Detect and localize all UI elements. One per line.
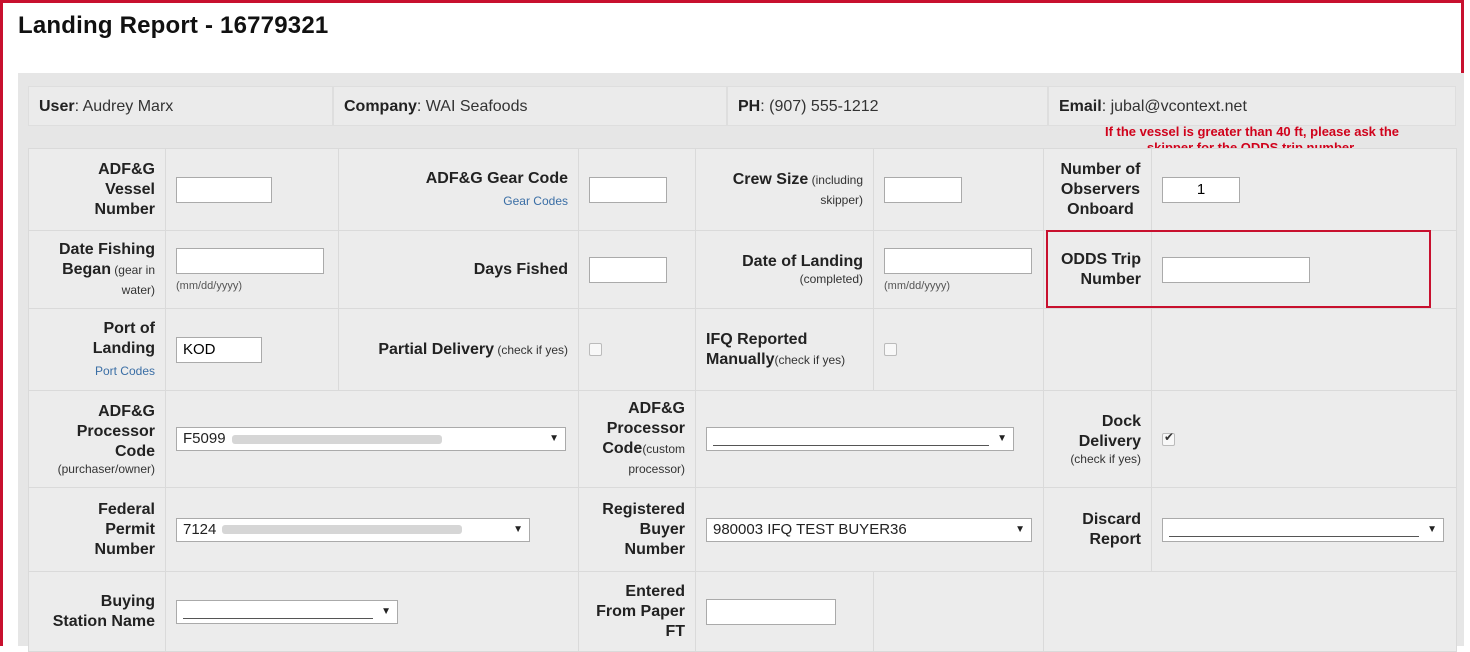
federal-permit-number-label: Federal Permit Number [28,487,166,572]
chevron-down-icon: ▼ [1015,523,1025,535]
gear-codes-link[interactable]: Gear Codes [339,191,568,211]
custom-processor-code-label: ADF&G Processor Code(custom processor) [578,390,696,488]
odds-trip-number-label: ODDS Trip Number [1043,230,1152,309]
redacted-text [222,525,463,535]
buying-station-name-label: Buying Station Name [28,571,166,652]
crew-size-label: Crew Size (including skipper) [695,148,874,231]
gear-code-input[interactable] [589,176,667,203]
days-fished-input[interactable] [589,256,667,283]
registered-buyer-number-select[interactable]: 980003 IFQ TEST BUYER36 ▼ [706,517,1032,542]
federal-permit-number-select[interactable]: 7124 ▼ [176,517,530,542]
crew-size-input[interactable] [884,176,962,203]
entered-from-paper-ft-input[interactable] [706,598,836,625]
date-of-landing-input[interactable] [884,247,1032,274]
info-email: Email: jubal@vcontext.net [1048,86,1456,126]
chevron-down-icon: ▼ [381,605,391,617]
discard-report-select[interactable]: ▼ [1162,517,1444,542]
entered-from-paper-ft-label: Entered From Paper FT [578,571,696,652]
chevron-down-icon: ▼ [1427,523,1437,535]
redacted-text [231,434,442,444]
port-of-landing-label: Port of Landing Port Codes [28,308,166,391]
port-codes-link[interactable]: Port Codes [29,361,155,381]
partial-delivery-label: Partial Delivery (check if yes) [338,308,579,391]
partial-delivery-checkbox[interactable] [589,343,602,356]
custom-processor-code-select[interactable]: ▼ [706,427,1014,451]
port-of-landing-input[interactable] [176,336,262,363]
days-fished-label: Days Fished [338,230,579,309]
buying-station-name-select[interactable]: ▼ [176,599,398,624]
info-company: Company: WAI Seafoods [333,86,727,126]
discard-report-label: Discard Report [1043,487,1152,572]
landing-form-grid: ADF&G Vessel Number ADF&G Gear Code Gear C… [28,148,1457,652]
processor-code-label: ADF&G Processor Code (purchaser/owner) [28,390,166,488]
vessel-number-input[interactable] [176,176,272,203]
ifq-reported-manually-label: IFQ Reported Manually(check if yes) [695,308,874,391]
vessel-number-label: ADF&G Vessel Number [28,148,166,231]
date-fishing-began-label: Date Fishing Began (gear in water) [28,230,166,309]
odds-warning-line1: If the vessel is greater than 40 ft, ple… [1104,124,1400,139]
dock-delivery-checkbox[interactable] [1162,430,1175,446]
date-format-hint: (mm/dd/yyyy) [176,279,242,292]
observers-label: Number of Observers Onboard [1043,148,1152,231]
chevron-down-icon: ▼ [513,523,523,535]
info-user: User: Audrey Marx [28,86,333,126]
observers-input[interactable] [1162,176,1240,203]
gear-code-label: ADF&G Gear Code Gear Codes [338,148,579,231]
processor-code-select[interactable]: F5099 ▼ [176,427,566,451]
chevron-down-icon: ▼ [549,433,559,444]
date-of-landing-label: Date of Landing (completed) [695,230,874,309]
info-phone: PH: (907) 555-1212 [727,86,1048,126]
odds-trip-number-input[interactable] [1162,256,1310,283]
dock-delivery-label: Dock Delivery (check if yes) [1043,390,1152,488]
page-title: Landing Report - 16779321 [18,12,329,39]
chevron-down-icon: ▼ [997,433,1007,444]
date-format-hint: (mm/dd/yyyy) [884,279,950,292]
registered-buyer-number-label: Registered Buyer Number [578,487,696,572]
date-fishing-began-input[interactable] [176,247,324,274]
ifq-reported-manually-checkbox[interactable] [884,343,897,356]
